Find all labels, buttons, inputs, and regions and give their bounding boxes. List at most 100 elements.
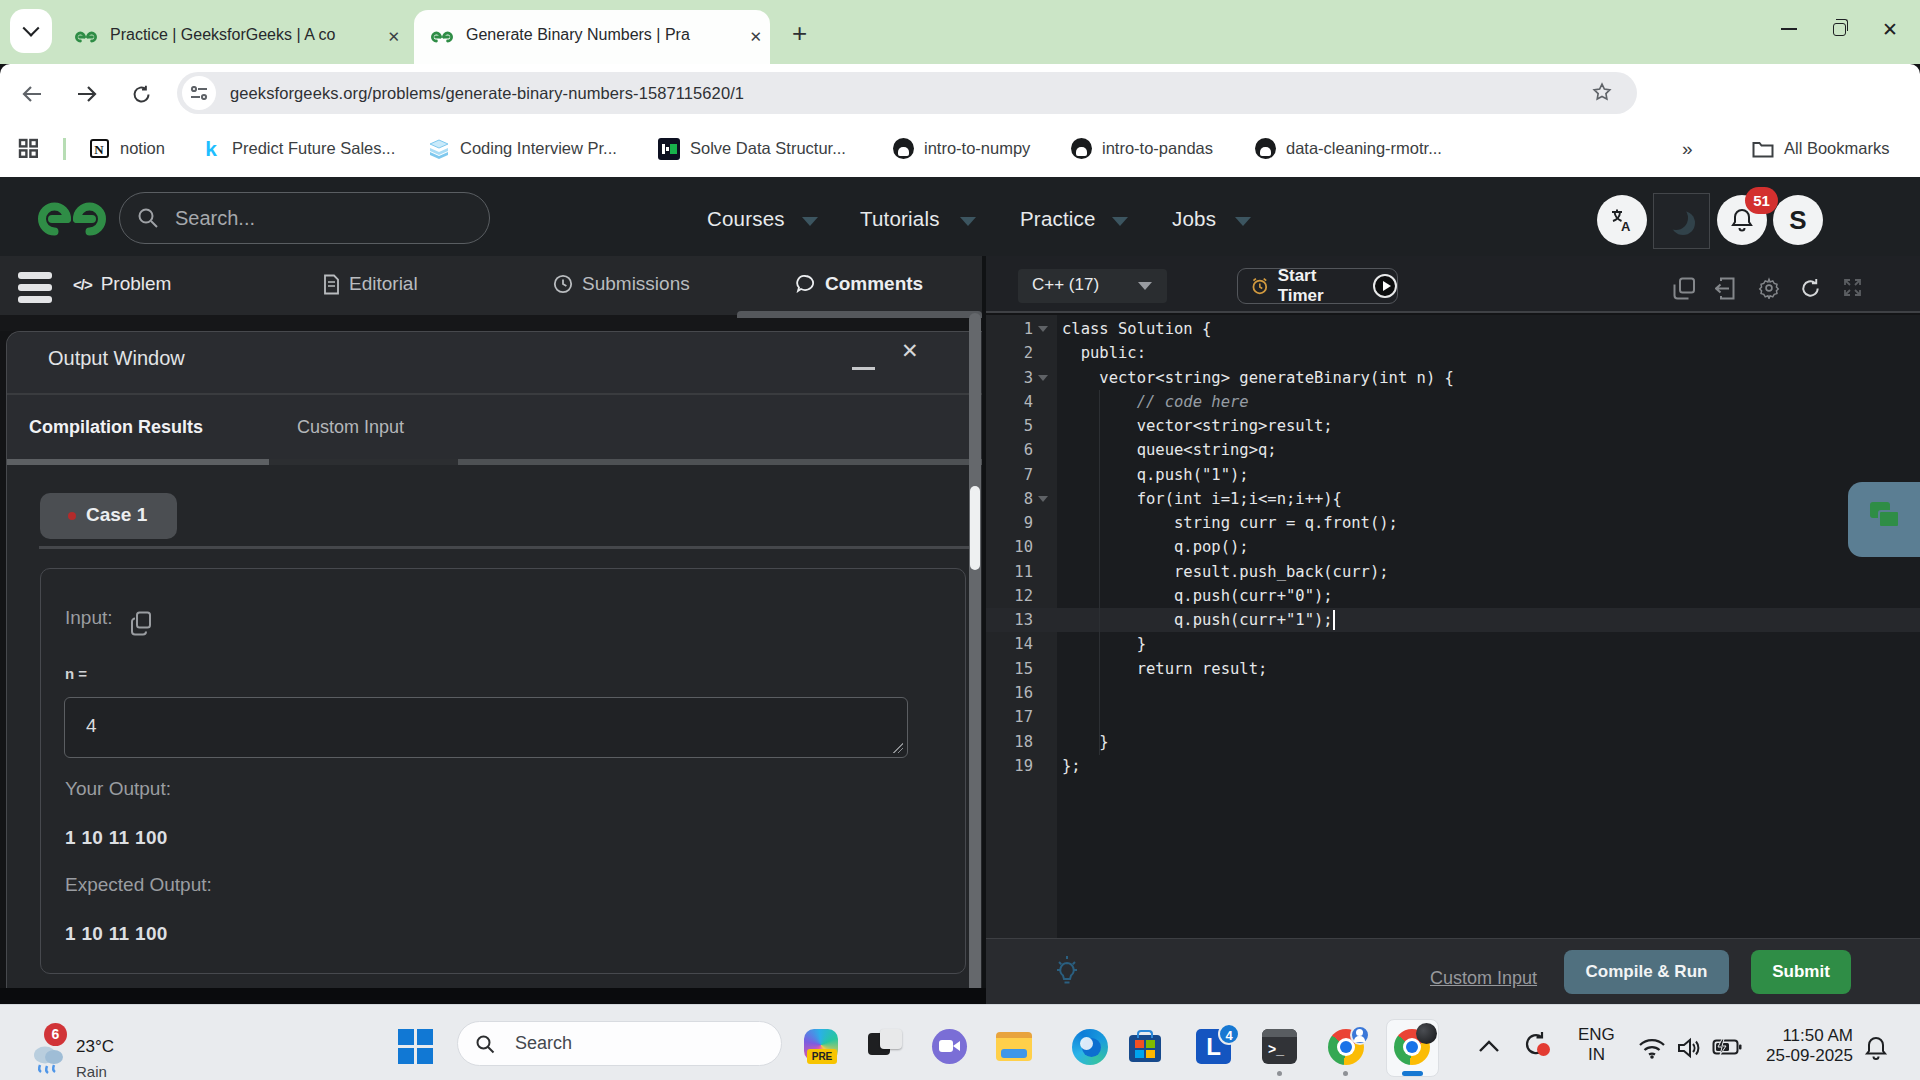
bookmark-kaggle[interactable]: k Predict Future Sales... (200, 120, 395, 177)
custom-input-link[interactable]: Custom Input (1430, 968, 1537, 989)
dark-mode-button[interactable] (1653, 193, 1710, 249)
fold-caret-icon[interactable] (1038, 375, 1048, 381)
doubt-chat-widget[interactable] (1848, 482, 1920, 557)
reload-icon[interactable] (131, 84, 152, 105)
gfg-logo[interactable] (35, 199, 109, 239)
code-line[interactable]: 17 (986, 705, 1920, 729)
translate-button[interactable]: A (1597, 195, 1647, 245)
vertical-scrollbar-thumb[interactable] (970, 486, 980, 570)
file-explorer-icon[interactable] (996, 1029, 1033, 1066)
code-line[interactable]: 8 for(int i=1;i<=n;i++){ (986, 487, 1920, 511)
input-value-box[interactable]: 4 (64, 697, 908, 758)
apps-grid-icon[interactable] (18, 120, 39, 177)
chrome-profile-icon[interactable] (1328, 1029, 1365, 1066)
bookmarks-overflow-chevron[interactable]: » (1682, 120, 1693, 177)
minimize-icon[interactable] (852, 367, 875, 370)
window-close-icon[interactable]: ✕ (1882, 18, 1898, 41)
code-line[interactable]: 14 } (986, 632, 1920, 656)
bookmark-data-cleaning[interactable]: data-cleaning-rmotr... (1254, 120, 1442, 177)
copy-code-icon[interactable] (1673, 277, 1696, 300)
clock[interactable]: 11:50 AM 25-09-2025 (1763, 1026, 1853, 1066)
code-line[interactable]: 1class Solution { (986, 317, 1920, 341)
horizontal-scrollbar[interactable] (737, 311, 982, 318)
all-bookmarks[interactable]: All Bookmarks (1752, 120, 1889, 177)
nav-practice[interactable]: Practice (1020, 207, 1096, 231)
terminal-icon[interactable]: >_ (1262, 1029, 1299, 1066)
bookmark-pandas[interactable]: intro-to-pandas (1070, 120, 1213, 177)
code-line[interactable]: 15 return result; (986, 657, 1920, 681)
fold-caret-icon[interactable] (1038, 326, 1048, 332)
code-line[interactable]: 6 queue<string>q; (986, 438, 1920, 462)
window-restore-icon[interactable] (1833, 23, 1846, 36)
taskbar-search[interactable]: Search (457, 1021, 782, 1066)
nav-courses[interactable]: Courses (707, 207, 785, 231)
tab-close-icon[interactable]: ✕ (387, 28, 400, 46)
bookmark-numpy[interactable]: intro-to-numpy (892, 120, 1030, 177)
code-line[interactable]: 16 (986, 681, 1920, 705)
copy-icon[interactable] (130, 611, 153, 636)
code-line[interactable]: 2 public: (986, 341, 1920, 365)
user-avatar[interactable]: S (1773, 195, 1823, 245)
tray-chevron-icon[interactable] (1478, 1039, 1500, 1053)
window-minimize-icon[interactable] (1781, 28, 1797, 30)
reset-code-icon[interactable] (1799, 277, 1822, 300)
hint-bulb-icon[interactable] (1052, 955, 1082, 989)
code-line[interactable]: 19}; (986, 754, 1920, 778)
case-1-chip[interactable]: Case 1 (40, 493, 177, 539)
nav-jobs[interactable]: Jobs (1172, 207, 1216, 231)
browser-tab-active[interactable]: Generate Binary Numbers | Pra ✕ (414, 10, 770, 64)
l-app-icon[interactable]: L 4 (1196, 1029, 1233, 1066)
bookmark-star-icon[interactable] (1591, 81, 1613, 103)
new-tab-button[interactable]: + (792, 18, 807, 49)
nav-tutorials[interactable]: Tutorials (860, 207, 940, 231)
code-line[interactable]: 11 result.push_back(curr); (986, 560, 1920, 584)
start-timer-button[interactable]: Start Timer (1237, 268, 1398, 304)
language-indicator[interactable]: ENG IN (1578, 1025, 1615, 1065)
tab-close-icon[interactable]: ✕ (749, 28, 762, 46)
battery-icon[interactable] (1712, 1038, 1742, 1056)
tray-bell-icon[interactable] (1864, 1035, 1888, 1061)
vertical-scrollbar-track[interactable] (969, 313, 981, 988)
tab-problem[interactable]: </> Problem (73, 273, 171, 295)
ms-store-icon[interactable] (1127, 1029, 1164, 1066)
address-bar[interactable]: geeksforgeeks.org/problems/generate-bina… (177, 72, 1637, 114)
bookmark-solve-ds[interactable]: Solve Data Structur... (658, 120, 846, 177)
compile-run-button[interactable]: Compile & Run (1564, 950, 1729, 994)
wifi-icon[interactable] (1638, 1037, 1666, 1059)
copilot-icon[interactable]: PRE (804, 1029, 841, 1066)
code-line[interactable]: 12 q.push(curr+"0"); (986, 584, 1920, 608)
update-sync-icon[interactable] (1521, 1029, 1551, 1063)
submit-button[interactable]: Submit (1751, 950, 1851, 994)
browser-tab-practice[interactable]: Practice | GeeksforGeeks | A co ✕ (58, 10, 408, 64)
edge-icon[interactable] (1072, 1029, 1109, 1066)
import-code-icon[interactable] (1715, 277, 1735, 300)
tab-compilation-results[interactable]: Compilation Results (29, 417, 203, 438)
tab-search-button[interactable] (10, 9, 52, 53)
bookmark-notion[interactable]: N notion (88, 120, 165, 177)
resize-grip[interactable] (893, 743, 903, 753)
site-info-icon[interactable] (182, 76, 216, 110)
code-line[interactable]: 9 string curr = q.front(); (986, 511, 1920, 535)
fullscreen-icon[interactable] (1842, 277, 1863, 298)
close-icon[interactable]: ✕ (901, 339, 919, 363)
url-text[interactable]: geeksforgeeks.org/problems/generate-bina… (230, 84, 744, 103)
chat-video-icon[interactable] (932, 1029, 969, 1066)
code-line[interactable]: 13 q.push(curr+"1"); (986, 608, 1920, 632)
widgets-icon[interactable] (868, 1029, 905, 1066)
hamburger-menu-icon[interactable] (18, 272, 52, 308)
code-line[interactable]: 18 } (986, 730, 1920, 754)
tab-submissions[interactable]: Submissions (553, 273, 690, 295)
chrome-active-icon[interactable] (1394, 1029, 1431, 1066)
fold-caret-icon[interactable] (1038, 496, 1048, 502)
code-line[interactable]: 3 vector<string> generateBinary(int n) { (986, 366, 1920, 390)
tab-comments[interactable]: Comments (795, 273, 923, 295)
back-icon[interactable] (21, 84, 43, 104)
volume-icon[interactable] (1676, 1036, 1704, 1060)
bookmark-coding-interview[interactable]: Coding Interview Pr... (428, 120, 617, 177)
code-line[interactable]: 10 q.pop(); (986, 535, 1920, 559)
tab-editorial[interactable]: Editorial (323, 273, 418, 295)
settings-gear-icon[interactable] (1758, 277, 1780, 299)
code-line[interactable]: 4 // code here (986, 390, 1920, 414)
forward-icon[interactable] (76, 84, 98, 104)
code-editor[interactable]: 1class Solution {2 public:3 vector<strin… (986, 315, 1920, 938)
